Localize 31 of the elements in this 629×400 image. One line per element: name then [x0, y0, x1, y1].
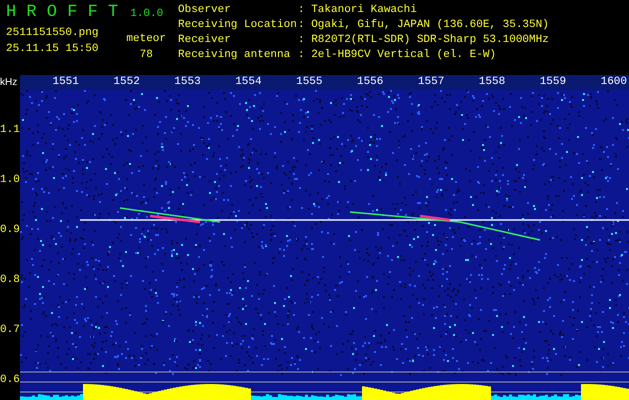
frequency-label: 0.9 — [0, 223, 20, 237]
meteor-label: meteor — [126, 32, 166, 47]
frequency-label: 0.8 — [0, 273, 20, 287]
time-label: 1600 — [600, 75, 628, 90]
date-time: 25.11.15 15:50 — [6, 42, 98, 57]
info-value: : Ogaki, Gifu, JAPAN (136.60E, 35.35N) — [298, 18, 549, 33]
info-label: Receiving Location — [178, 18, 298, 33]
time-label: 1555 — [295, 75, 324, 90]
info-value: : R820T2(RTL-SDR) SDR-Sharp 53.1000MHz — [298, 33, 549, 48]
frequency-label: 1.1 — [0, 123, 20, 137]
frequency-label: 1.0 — [0, 173, 20, 187]
info-value: : 2el-HB9CV Vertical (el. E-W) — [298, 48, 496, 63]
info-label: Receiver — [178, 33, 232, 48]
frequency-label: 0.7 — [0, 323, 20, 337]
time-label: 1558 — [478, 75, 506, 90]
app-title: H R O F F T — [6, 3, 118, 23]
info-label: Observer — [178, 3, 232, 18]
frequency-label: 0.6 — [0, 373, 20, 387]
info-value: : Takanori Kawachi — [298, 3, 417, 18]
time-label: 1553 — [173, 75, 202, 90]
time-label: 1554 — [234, 75, 263, 90]
app-version: 1.0.0 — [130, 7, 164, 22]
meteor-count: 78 — [140, 48, 153, 63]
time-label: 1559 — [538, 75, 568, 90]
time-label: 1556 — [356, 75, 384, 90]
time-label: 1557 — [416, 75, 446, 90]
info-label: Receiving antenna — [178, 48, 292, 63]
axis-unit: kHz — [0, 76, 18, 90]
time-label: 1552 — [112, 75, 141, 90]
file-name: 2511151550.png — [6, 26, 98, 41]
time-label: 1551 — [51, 75, 80, 90]
